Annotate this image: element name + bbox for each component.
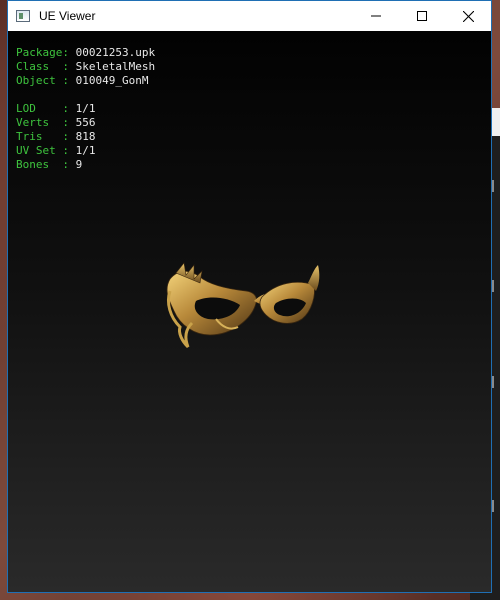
info-label: Bones : — [16, 158, 69, 171]
background-window-panel — [492, 108, 500, 136]
background-window-tick — [492, 376, 500, 388]
info-value: 00021253.upk — [75, 46, 156, 59]
info-row-uvset: UV Set : 1/1 — [16, 144, 155, 158]
minimize-button[interactable] — [353, 1, 399, 31]
ue-viewer-window[interactable]: UE Viewer Package: 00021253.upk Class: … — [7, 0, 492, 593]
app-icon[interactable] — [16, 10, 30, 22]
info-value: 1/1 — [75, 144, 96, 157]
close-button[interactable] — [445, 1, 491, 31]
background-window-tick — [492, 500, 500, 512]
info-row-lod: LOD : 1/1 — [16, 102, 155, 116]
desktop-background: UE Viewer Package: 00021253.upk Class: … — [0, 0, 500, 600]
info-value: 818 — [75, 130, 96, 143]
info-value: 556 — [75, 116, 96, 129]
mesh-info-overlay: Package: 00021253.upk Class : SkeletalMe… — [16, 46, 155, 172]
maximize-button[interactable] — [399, 1, 445, 31]
info-label: Tris : — [16, 130, 69, 143]
info-label: UV Set : — [16, 144, 69, 157]
info-label: Object : — [16, 74, 69, 87]
info-row-class: Class : SkeletalMesh — [16, 60, 155, 74]
maximize-icon — [417, 11, 427, 21]
info-row-package: Package: 00021253.upk — [16, 46, 155, 60]
info-value: 1/1 — [75, 102, 96, 115]
background-window-tick — [492, 180, 500, 192]
info-row-bones: Bones : 9 — [16, 158, 155, 172]
info-row-tris: Tris : 818 — [16, 130, 155, 144]
background-window-tick — [492, 280, 500, 292]
info-value: 010049_GonM — [75, 74, 149, 87]
info-label: LOD : — [16, 102, 69, 115]
window-controls — [353, 1, 491, 31]
info-row-verts: Verts : 556 — [16, 116, 155, 130]
info-row-object: Object : 010049_GonM — [16, 74, 155, 88]
info-label: Verts : — [16, 116, 69, 129]
title-bar[interactable]: UE Viewer — [8, 1, 491, 31]
close-icon — [462, 10, 474, 22]
mask-mesh-model[interactable] — [158, 261, 320, 361]
window-title: UE Viewer — [39, 9, 96, 23]
info-label: Package: — [16, 46, 69, 59]
info-value: 9 — [75, 158, 83, 171]
info-label: Class : — [16, 60, 69, 73]
info-value: SkeletalMesh — [75, 60, 156, 73]
3d-viewport[interactable]: Package: 00021253.upk Class : SkeletalMe… — [8, 31, 491, 592]
minimize-icon — [371, 15, 381, 17]
